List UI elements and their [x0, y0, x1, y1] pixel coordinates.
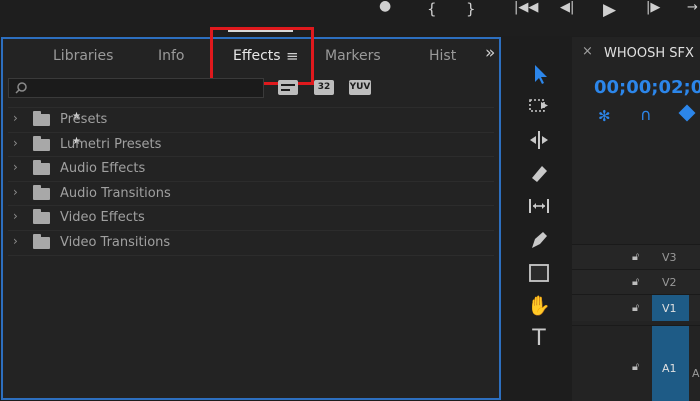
tree-item-audio-transitions[interactable]: › Audio Transitions: [8, 181, 494, 206]
timecode[interactable]: 00;00;02;00: [594, 77, 700, 98]
chevron-right-icon[interactable]: ›: [13, 234, 18, 248]
snap-icon[interactable]: ✻: [598, 107, 611, 125]
folder-icon: [33, 234, 50, 249]
tools-panel: ✋ T: [504, 37, 568, 400]
mark-out-button[interactable]: }: [466, 0, 476, 18]
32-bit-filter-icon[interactable]: 32: [314, 80, 334, 95]
effects-tab-highlight: [210, 27, 314, 85]
track-a1[interactable]: 🔓︎ A1 A: [572, 325, 700, 401]
folder-icon: ★: [33, 136, 81, 151]
tree-item-label: Audio Transitions: [60, 186, 171, 201]
step-forward-button[interactable]: |▶: [646, 0, 660, 15]
track-v3[interactable]: 🔓︎ V3: [572, 244, 700, 269]
mark-in-button[interactable]: {: [427, 0, 437, 18]
search-icon: [15, 82, 27, 94]
folder-icon: ★: [33, 111, 81, 126]
tree-item-label: Video Effects: [60, 210, 145, 225]
chevron-right-icon[interactable]: ›: [13, 185, 18, 199]
razor-tool-icon[interactable]: [526, 160, 552, 186]
chevron-right-icon[interactable]: ›: [13, 160, 18, 174]
tab-info[interactable]: Info: [158, 48, 185, 64]
track-v2[interactable]: 🔓︎ V2: [572, 269, 700, 294]
track-v1[interactable]: 🔓︎ V1: [572, 294, 700, 321]
lock-icon[interactable]: 🔓︎: [632, 275, 639, 289]
track-label: V1: [662, 302, 677, 315]
track-label-extra: A: [692, 367, 700, 380]
folder-icon: [33, 185, 50, 200]
tree-item-presets[interactable]: › ★ Presets: [8, 107, 494, 132]
track-select-tool-icon[interactable]: [526, 93, 552, 119]
tree-item-label: Presets: [60, 112, 108, 127]
tree-item-label: Lumetri Presets: [60, 137, 162, 152]
linked-selection-icon[interactable]: ∩: [640, 105, 652, 124]
go-to-in-button[interactable]: |◀◀: [514, 0, 538, 15]
lock-icon[interactable]: 🔓︎: [632, 250, 639, 264]
chevron-right-icon[interactable]: ›: [13, 111, 18, 125]
tab-libraries[interactable]: Libraries: [53, 48, 113, 64]
tree-item-label: Video Transitions: [60, 235, 171, 250]
track-label: V2: [662, 276, 677, 289]
add-marker-icon[interactable]: [678, 104, 696, 122]
sequence-panel: × WHOOSH SFX 00;00;02;00 ✻ ∩ 🔓︎ V3 🔓︎ V2…: [572, 37, 700, 401]
rectangle-tool-icon[interactable]: [526, 260, 552, 286]
accelerated-effects-filter-icon[interactable]: [278, 80, 298, 95]
yuv-filter-icon[interactable]: YUV: [349, 80, 371, 95]
slip-tool-icon[interactable]: [526, 193, 552, 219]
lock-icon[interactable]: 🔓︎: [632, 301, 639, 315]
sequence-title[interactable]: WHOOSH SFX: [604, 46, 694, 61]
folder-icon: [33, 209, 50, 224]
tree-item-audio-effects[interactable]: › Audio Effects: [8, 156, 494, 181]
type-tool-icon[interactable]: T: [526, 326, 552, 352]
tab-history[interactable]: Hist: [429, 48, 456, 64]
tree-item-video-transitions[interactable]: › Video Transitions: [8, 230, 494, 256]
search-input[interactable]: [8, 78, 264, 98]
chevron-right-icon[interactable]: ›: [13, 209, 18, 223]
tree-item-video-effects[interactable]: › Video Effects: [8, 205, 494, 230]
tab-markers[interactable]: Markers: [325, 48, 381, 64]
step-back-button[interactable]: ◀|: [560, 0, 574, 15]
pen-tool-icon[interactable]: [526, 227, 552, 253]
tree-item-lumetri-presets[interactable]: › ★ Lumetri Presets: [8, 132, 494, 157]
track-label: A1: [662, 362, 677, 375]
track-label: V3: [662, 251, 677, 264]
hand-tool-icon[interactable]: ✋: [526, 293, 552, 319]
selection-tool-icon[interactable]: [526, 61, 552, 87]
folder-icon: [33, 160, 50, 175]
chevron-right-icon[interactable]: ›: [13, 136, 18, 150]
tree-item-label: Audio Effects: [60, 161, 146, 176]
overflow-icon[interactable]: »: [485, 43, 495, 63]
lock-icon[interactable]: 🔓︎: [632, 360, 639, 374]
close-icon[interactable]: ×: [582, 44, 593, 59]
transport-bar: ● { } |◀◀ ◀| ▶ |▶ →: [0, 0, 700, 36]
go-to-out-button[interactable]: →: [687, 0, 698, 15]
play-button[interactable]: ▶: [603, 0, 616, 20]
ripple-edit-tool-icon[interactable]: [526, 127, 552, 153]
add-marker-button[interactable]: ●: [379, 0, 391, 14]
